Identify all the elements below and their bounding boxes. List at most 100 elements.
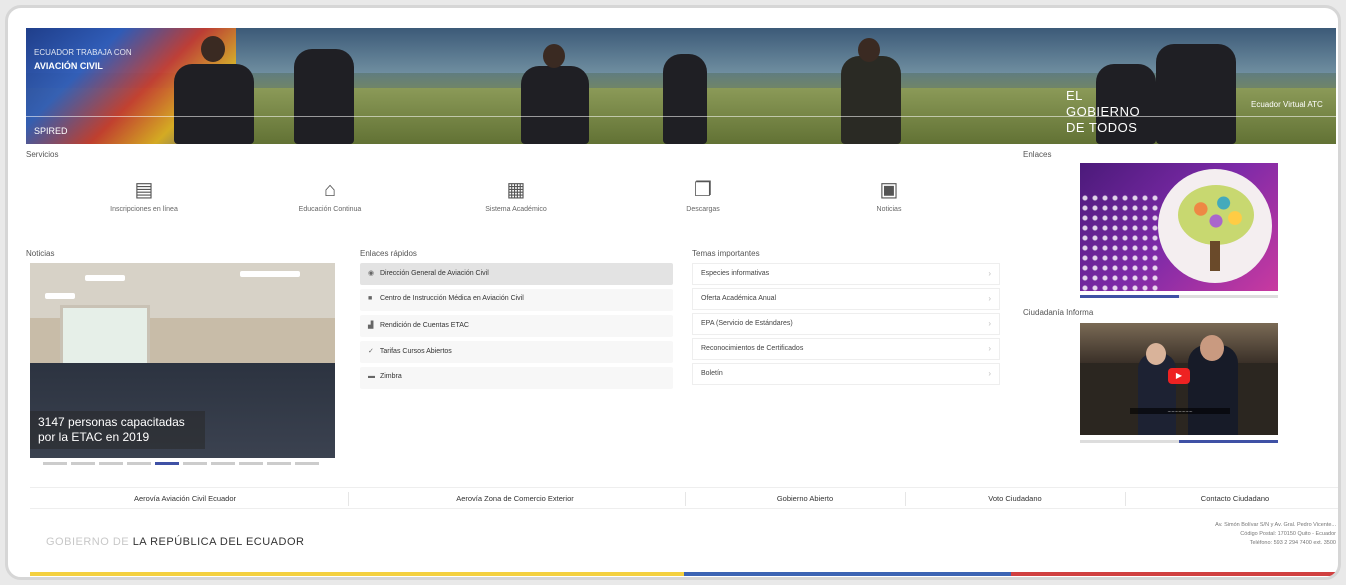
- gobierno-logo-text: EL GOBIERNO DE TODOS: [1066, 88, 1140, 136]
- service-inscripciones[interactable]: ▤ Inscripciones en línea: [84, 180, 204, 213]
- footer-nav-separator: [905, 492, 906, 506]
- quick-link-label: Tarifas Cursos Abiertos: [379, 348, 452, 355]
- briefcase-icon: ▬: [368, 373, 375, 380]
- carousel-dot[interactable]: [71, 462, 95, 465]
- browser-frame: ECUADOR TRABAJA CON AVIACIÓN CIVIL SPIRE…: [5, 5, 1341, 580]
- quick-link-label: Rendición de Cuentas ETAC: [379, 322, 469, 329]
- carousel-dot[interactable]: [295, 462, 319, 465]
- footer-address: Av. Simón Bolívar S/N y Av. Gral. Pedro …: [1188, 521, 1336, 548]
- quick-link-tarifas[interactable]: ✓ Tarifas Cursos Abiertos: [360, 341, 673, 363]
- footer-nav-separator: [348, 492, 349, 506]
- news-carousel-dots: [43, 462, 319, 465]
- quick-link-zimbra[interactable]: ▬ Zimbra: [360, 367, 673, 389]
- video-face: [1146, 343, 1166, 365]
- flag-red: [1011, 572, 1338, 576]
- quick-link-label: Zimbra: [379, 373, 402, 380]
- service-label: Inscripciones en línea: [110, 206, 178, 213]
- news-photo-lamp: [45, 293, 75, 299]
- footer-nav-link[interactable]: Aerovía Zona de Comercio Exterior: [400, 494, 630, 503]
- carousel-dot[interactable]: [43, 462, 67, 465]
- documents-icon: ❐: [694, 179, 712, 201]
- gov-line: GOBIERNO: [1066, 104, 1141, 119]
- banner-tagline: ECUADOR TRABAJA CON: [34, 48, 132, 57]
- topic-item[interactable]: Oferta Académica Anual ›: [692, 288, 1000, 310]
- banner-person: [841, 56, 901, 144]
- hero-banner: ECUADOR TRABAJA CON AVIACIÓN CIVIL SPIRE…: [26, 28, 1336, 144]
- carousel-dot[interactable]: [155, 462, 179, 465]
- topic-label: Oferta Académica Anual: [701, 295, 777, 302]
- edit-document-icon: ▤: [134, 179, 154, 201]
- topic-item[interactable]: Especies informativas ›: [692, 263, 1000, 285]
- banner-person: [521, 66, 589, 144]
- service-label: Noticias: [876, 206, 902, 213]
- news-caption[interactable]: 3147 personas capacitadas por la ETAC en…: [30, 411, 205, 449]
- tree-trunk: [1210, 241, 1220, 271]
- service-label: Educación Continua: [298, 206, 362, 213]
- video-background: [1080, 323, 1278, 363]
- video-person: [1138, 353, 1176, 435]
- carousel-dot[interactable]: [127, 462, 151, 465]
- links-banner-image[interactable]: [1080, 163, 1278, 291]
- banner-head: [543, 44, 565, 68]
- chevron-right-icon: ›: [988, 269, 991, 278]
- service-noticias[interactable]: ▣ Noticias: [829, 180, 949, 213]
- quick-link-cimac[interactable]: ■ Centro de Instrucción Médica en Aviaci…: [360, 289, 673, 311]
- footer-nav-separator: [685, 492, 686, 506]
- video-heading: Ciudadanía Informa: [1023, 308, 1094, 317]
- topic-label: Boletín: [701, 370, 723, 377]
- gov-line: DE TODOS: [1066, 120, 1138, 135]
- banner-person: [174, 64, 254, 144]
- video-carousel-progress: [1080, 440, 1278, 443]
- footer-nav-separator: [1125, 492, 1126, 506]
- banner-right-tag: Ecuador Virtual ATC: [1251, 100, 1323, 109]
- brand-light-text: GOBIERNO DE: [46, 536, 130, 548]
- address-line: Av. Simón Bolívar S/N y Av. Gral. Pedro …: [1215, 522, 1336, 528]
- banner-person: [1156, 44, 1236, 144]
- service-educacion-continua[interactable]: ⌂ Educación Continua: [270, 180, 390, 213]
- spreadsheet-icon: ▦: [506, 179, 526, 201]
- flag-blue: [684, 572, 1011, 576]
- video-player[interactable]: ▶ ..................: [1080, 323, 1278, 435]
- services-heading: Servicios: [26, 150, 59, 159]
- banner-person: [663, 54, 707, 144]
- quick-link-label: Dirección General de Aviación Civil: [379, 270, 489, 277]
- carousel-dot[interactable]: [267, 462, 291, 465]
- carousel-dot[interactable]: [99, 462, 123, 465]
- flag-color-strip: [30, 572, 1338, 576]
- carousel-dot[interactable]: [239, 462, 263, 465]
- chevron-right-icon: ›: [988, 369, 991, 378]
- footer-brand-logo: GOBIERNO DE LA REPÚBLICA DEL ECUADOR: [46, 536, 304, 548]
- video-caption: ..................: [1130, 408, 1230, 414]
- footer-nav-link[interactable]: Contacto Ciudadano: [1160, 494, 1310, 503]
- topic-label: EPA (Servicio de Estándares): [701, 320, 793, 327]
- footer-nav-link[interactable]: Voto Ciudadano: [940, 494, 1090, 503]
- quick-link-dgac[interactable]: ◉ Dirección General de Aviación Civil: [360, 263, 673, 285]
- service-sistema-academico[interactable]: ▦ Sistema Académico: [456, 180, 576, 213]
- service-label: Sistema Académico: [485, 206, 547, 213]
- news-photo-lamp: [85, 275, 125, 281]
- carousel-dot[interactable]: [183, 462, 207, 465]
- tree-icon: [1178, 185, 1254, 245]
- news-heading: Noticias: [26, 249, 55, 258]
- chevron-right-icon: ›: [988, 319, 991, 328]
- video-face: [1200, 335, 1224, 361]
- footer-nav-link[interactable]: Aerovía Aviación Civil Ecuador: [90, 494, 280, 503]
- topic-item[interactable]: EPA (Servicio de Estándares) ›: [692, 313, 1000, 335]
- topic-item[interactable]: Reconocimientos de Certificados ›: [692, 338, 1000, 360]
- banner-bottom-left-text: SPIRED: [34, 126, 68, 136]
- news-photo-lamp: [240, 271, 300, 277]
- check-icon: ✓: [368, 348, 374, 355]
- news-carousel-image[interactable]: 3147 personas capacitadas por la ETAC en…: [30, 263, 335, 458]
- brand-dark-text: LA REPÚBLICA DEL ECUADOR: [132, 536, 305, 548]
- lock-icon: ■: [368, 295, 373, 302]
- quick-link-rendicion[interactable]: ▟ Rendición de Cuentas ETAC: [360, 315, 673, 337]
- footer-nav: Aerovía Aviación Civil Ecuador Aerovía Z…: [30, 487, 1338, 509]
- carousel-dot[interactable]: [211, 462, 235, 465]
- service-label: Descargas: [686, 206, 720, 213]
- service-descargas[interactable]: ❐ Descargas: [643, 180, 763, 213]
- topic-item[interactable]: Boletín ›: [692, 363, 1000, 385]
- footer-nav-link[interactable]: Gobierno Abierto: [730, 494, 880, 503]
- banner-person: [294, 49, 354, 144]
- video-progress-fill: [1179, 440, 1278, 443]
- play-button-icon[interactable]: ▶: [1168, 368, 1190, 384]
